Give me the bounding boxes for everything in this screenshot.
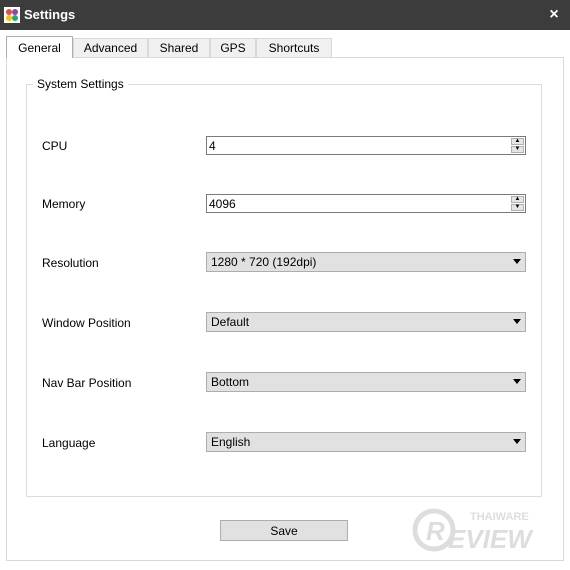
cpu-label: CPU — [42, 139, 68, 153]
cpu-input[interactable] — [209, 138, 505, 153]
cpu-increment-button[interactable]: ▲ — [511, 138, 524, 145]
chevron-down-icon — [513, 379, 521, 384]
tab-label: Shortcuts — [268, 41, 320, 55]
close-button[interactable]: × — [546, 6, 562, 24]
chevron-down-icon — [513, 439, 521, 444]
svg-text:THAIWARE: THAIWARE — [470, 511, 529, 523]
resolution-dropdown[interactable]: 1280 * 720 (192dpi) — [206, 252, 526, 272]
title-bar: Settings × — [0, 0, 570, 30]
app-logo-icon — [4, 7, 20, 23]
tab-bar: General Advanced Shared GPS Shortcuts — [6, 36, 566, 58]
nav-bar-position-value: Bottom — [211, 375, 250, 389]
nav-bar-position-dropdown[interactable]: Bottom — [206, 372, 526, 392]
memory-increment-button[interactable]: ▲ — [511, 196, 524, 203]
close-icon: × — [549, 6, 559, 23]
tab-shortcuts[interactable]: Shortcuts — [256, 38, 332, 57]
group-title: System Settings — [33, 77, 128, 91]
window-position-value: Default — [211, 315, 250, 329]
tab-label: Shared — [159, 41, 199, 55]
memory-input[interactable] — [209, 196, 505, 211]
memory-label: Memory — [42, 197, 86, 211]
spin-arrows-icon: ▲ ▼ — [511, 196, 524, 211]
tab-gps[interactable]: GPS — [210, 38, 256, 57]
tab-general[interactable]: General — [6, 36, 73, 58]
language-dropdown[interactable]: English — [206, 432, 526, 452]
spin-arrows-icon: ▲ ▼ — [511, 138, 524, 153]
cpu-spinbox: ▲ ▼ — [206, 136, 526, 155]
tab-shared[interactable]: Shared — [148, 38, 210, 57]
tab-advanced[interactable]: Advanced — [73, 38, 148, 57]
tab-label: General — [18, 41, 61, 55]
window-position-dropdown[interactable]: Default — [206, 312, 526, 332]
tab-label: Advanced — [83, 41, 138, 55]
language-label: Language — [42, 436, 96, 450]
chevron-down-icon — [513, 319, 521, 324]
memory-decrement-button[interactable]: ▼ — [511, 204, 524, 211]
svg-text:R: R — [426, 516, 445, 546]
memory-spinbox: ▲ ▼ — [206, 194, 526, 213]
cpu-decrement-button[interactable]: ▼ — [511, 146, 524, 153]
window-title: Settings — [24, 7, 76, 22]
language-value: English — [211, 435, 251, 449]
resolution-value: 1280 * 720 (192dpi) — [211, 255, 317, 269]
svg-text:EVIEW: EVIEW — [448, 524, 534, 554]
resolution-label: Resolution — [42, 256, 99, 270]
tab-label: GPS — [220, 41, 246, 55]
window-position-label: Window Position — [42, 316, 131, 330]
nav-bar-position-label: Nav Bar Position — [42, 376, 132, 390]
chevron-down-icon — [513, 259, 521, 264]
thaiware-review-watermark-logo: R THAIWARE EVIEW — [412, 508, 534, 554]
save-button[interactable]: Save — [220, 520, 348, 541]
